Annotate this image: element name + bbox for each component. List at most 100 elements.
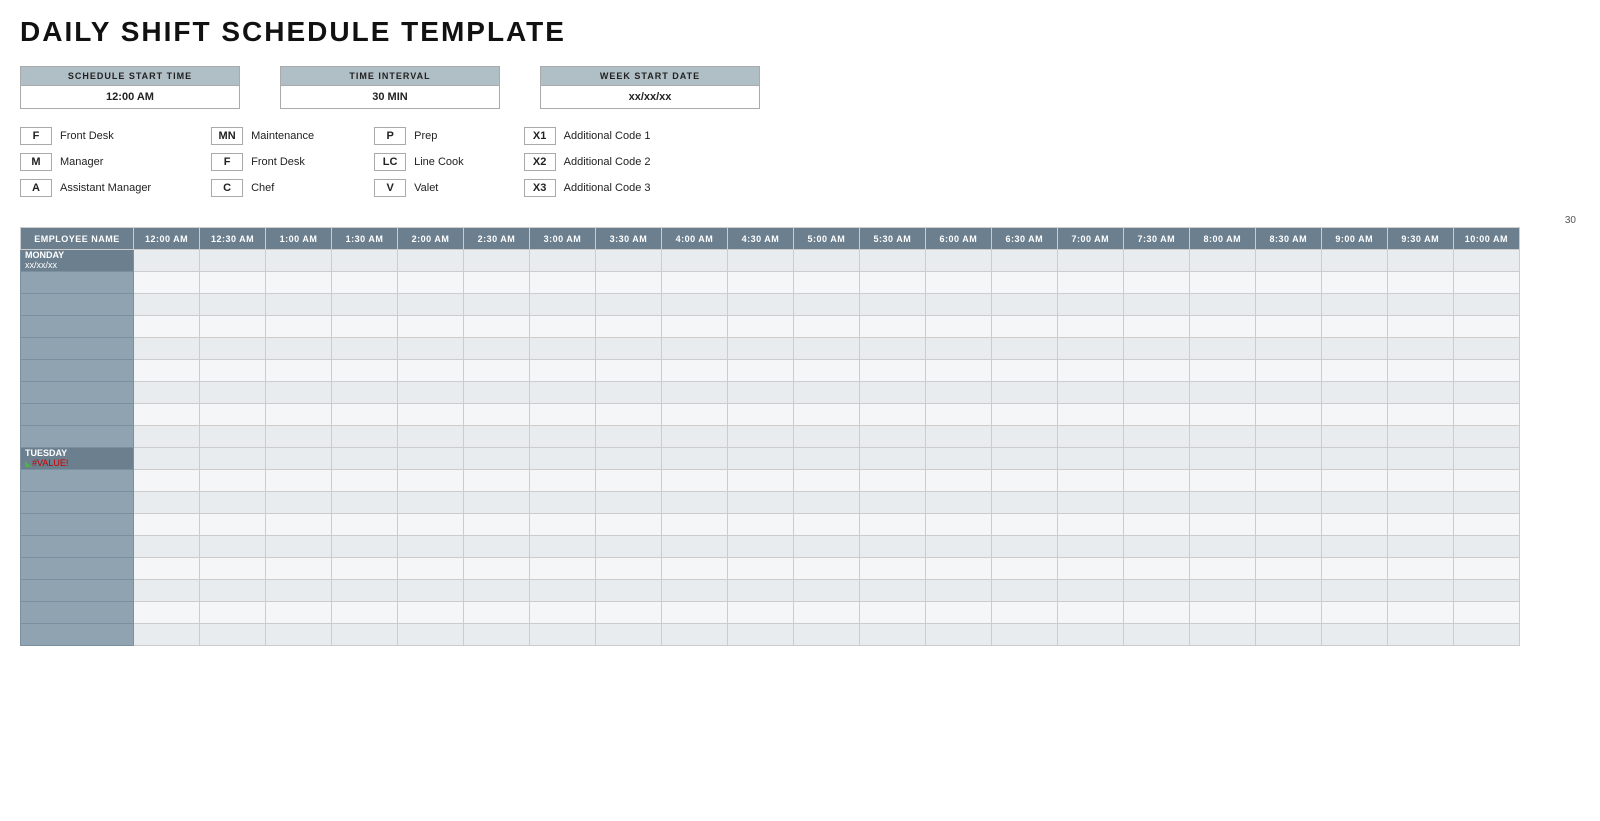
- schedule-cell[interactable]: [595, 404, 661, 426]
- schedule-cell[interactable]: [991, 536, 1057, 558]
- schedule-cell[interactable]: [398, 624, 464, 646]
- schedule-cell[interactable]: [1189, 536, 1255, 558]
- schedule-cell[interactable]: [1057, 448, 1123, 470]
- schedule-cell[interactable]: [793, 360, 859, 382]
- schedule-cell[interactable]: [134, 294, 200, 316]
- schedule-cell[interactable]: [1453, 338, 1519, 360]
- schedule-cell[interactable]: [463, 360, 529, 382]
- schedule-cell[interactable]: [925, 448, 991, 470]
- schedule-cell[interactable]: [859, 272, 925, 294]
- schedule-cell[interactable]: [1057, 360, 1123, 382]
- schedule-cell[interactable]: [1321, 624, 1387, 646]
- schedule-cell[interactable]: [793, 338, 859, 360]
- schedule-cell[interactable]: [1453, 272, 1519, 294]
- schedule-cell[interactable]: [1255, 382, 1321, 404]
- schedule-cell[interactable]: [661, 250, 727, 272]
- schedule-cell[interactable]: [529, 250, 595, 272]
- schedule-cell[interactable]: [200, 404, 266, 426]
- schedule-cell[interactable]: [727, 338, 793, 360]
- schedule-cell[interactable]: [266, 272, 332, 294]
- schedule-cell[interactable]: [595, 492, 661, 514]
- schedule-cell[interactable]: [727, 470, 793, 492]
- schedule-cell[interactable]: [266, 492, 332, 514]
- schedule-cell[interactable]: [1453, 602, 1519, 624]
- schedule-cell[interactable]: [134, 492, 200, 514]
- schedule-cell[interactable]: [1057, 404, 1123, 426]
- schedule-cell[interactable]: [332, 294, 398, 316]
- schedule-cell[interactable]: [859, 624, 925, 646]
- schedule-cell[interactable]: [1123, 294, 1189, 316]
- schedule-cell[interactable]: [398, 338, 464, 360]
- schedule-cell[interactable]: [200, 558, 266, 580]
- schedule-cell[interactable]: [1453, 404, 1519, 426]
- schedule-cell[interactable]: [1189, 360, 1255, 382]
- schedule-cell[interactable]: [661, 382, 727, 404]
- schedule-cell[interactable]: [1387, 404, 1453, 426]
- schedule-cell[interactable]: [859, 250, 925, 272]
- schedule-cell[interactable]: [398, 536, 464, 558]
- schedule-cell[interactable]: [859, 404, 925, 426]
- schedule-cell[interactable]: [332, 338, 398, 360]
- schedule-cell[interactable]: [1255, 558, 1321, 580]
- schedule-cell[interactable]: [1123, 514, 1189, 536]
- schedule-cell[interactable]: [1123, 492, 1189, 514]
- schedule-cell[interactable]: [529, 338, 595, 360]
- schedule-cell[interactable]: [134, 580, 200, 602]
- schedule-cell[interactable]: [595, 602, 661, 624]
- schedule-cell[interactable]: [661, 602, 727, 624]
- schedule-cell[interactable]: [595, 338, 661, 360]
- schedule-cell[interactable]: [925, 602, 991, 624]
- schedule-cell[interactable]: [463, 250, 529, 272]
- schedule-cell[interactable]: [398, 470, 464, 492]
- schedule-cell[interactable]: [1255, 470, 1321, 492]
- schedule-cell[interactable]: [266, 426, 332, 448]
- schedule-cell[interactable]: [266, 360, 332, 382]
- schedule-cell[interactable]: [1321, 448, 1387, 470]
- schedule-cell[interactable]: [1453, 492, 1519, 514]
- schedule-cell[interactable]: [727, 404, 793, 426]
- schedule-cell[interactable]: [1387, 316, 1453, 338]
- schedule-cell[interactable]: [1189, 602, 1255, 624]
- schedule-cell[interactable]: [1189, 250, 1255, 272]
- schedule-cell[interactable]: [727, 536, 793, 558]
- schedule-cell[interactable]: [398, 426, 464, 448]
- schedule-cell[interactable]: [1057, 294, 1123, 316]
- schedule-cell[interactable]: [661, 580, 727, 602]
- schedule-cell[interactable]: [1123, 338, 1189, 360]
- schedule-cell[interactable]: [859, 470, 925, 492]
- schedule-cell[interactable]: [398, 602, 464, 624]
- schedule-cell[interactable]: [134, 404, 200, 426]
- schedule-cell[interactable]: [1255, 360, 1321, 382]
- schedule-cell[interactable]: [595, 558, 661, 580]
- schedule-cell[interactable]: [1123, 624, 1189, 646]
- schedule-cell[interactable]: [925, 272, 991, 294]
- schedule-cell[interactable]: [1453, 360, 1519, 382]
- schedule-cell[interactable]: [991, 558, 1057, 580]
- schedule-cell[interactable]: [859, 294, 925, 316]
- schedule-cell[interactable]: [1189, 514, 1255, 536]
- schedule-cell[interactable]: [793, 448, 859, 470]
- schedule-cell[interactable]: [463, 470, 529, 492]
- schedule-cell[interactable]: [1189, 382, 1255, 404]
- schedule-cell[interactable]: [200, 624, 266, 646]
- schedule-cell[interactable]: [793, 558, 859, 580]
- schedule-cell[interactable]: [727, 316, 793, 338]
- schedule-cell[interactable]: [1057, 558, 1123, 580]
- schedule-cell[interactable]: [266, 448, 332, 470]
- schedule-cell[interactable]: [529, 470, 595, 492]
- schedule-cell[interactable]: [1189, 470, 1255, 492]
- schedule-cell[interactable]: [266, 382, 332, 404]
- schedule-cell[interactable]: [793, 580, 859, 602]
- schedule-cell[interactable]: [398, 272, 464, 294]
- schedule-cell[interactable]: [1123, 360, 1189, 382]
- schedule-cell[interactable]: [727, 360, 793, 382]
- schedule-cell[interactable]: [398, 558, 464, 580]
- schedule-cell[interactable]: [793, 492, 859, 514]
- week-start-date-value[interactable]: xx/xx/xx: [540, 85, 760, 109]
- schedule-cell[interactable]: [332, 426, 398, 448]
- schedule-cell[interactable]: [398, 492, 464, 514]
- schedule-cell[interactable]: [398, 382, 464, 404]
- schedule-cell[interactable]: [859, 492, 925, 514]
- schedule-cell[interactable]: [1255, 272, 1321, 294]
- schedule-cell[interactable]: [1387, 558, 1453, 580]
